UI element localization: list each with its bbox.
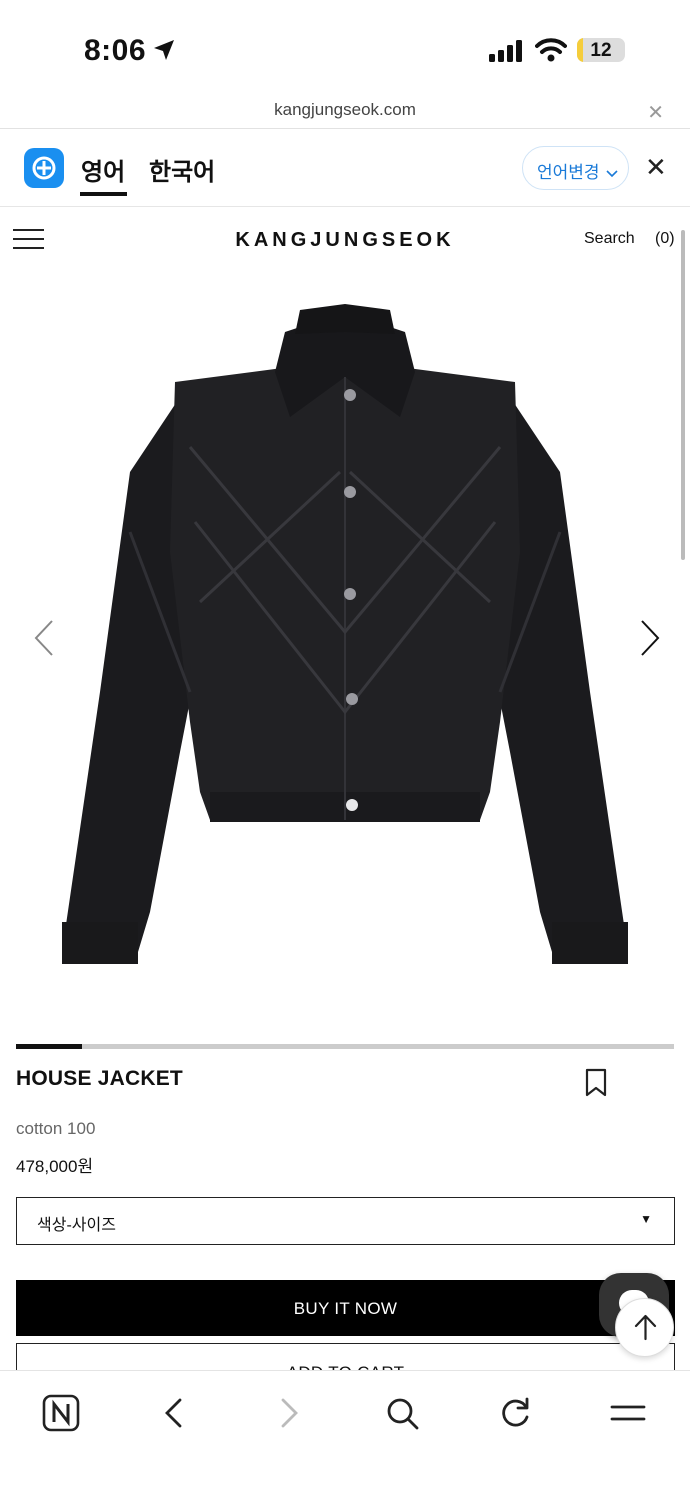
gallery-progress-bar (16, 1044, 674, 1049)
chevron-left-icon[interactable] (30, 618, 60, 658)
translate-bar: 영어 한국어 언어변경 ✕ (0, 130, 690, 207)
arrow-up-icon[interactable] (615, 1298, 674, 1357)
back-icon[interactable] (155, 1393, 195, 1433)
refresh-icon[interactable] (495, 1393, 535, 1433)
site-header: KANGJUNGSEOK Search (0) (0, 207, 690, 272)
status-bar: 8:06 12 (0, 0, 690, 95)
browser-toolbar (0, 1370, 690, 1500)
url-text[interactable]: kangjungseok.com (0, 100, 690, 120)
wifi-icon (535, 38, 567, 62)
change-language-button[interactable]: 언어변경 (522, 146, 629, 190)
buy-now-button[interactable]: BUY IT NOW (16, 1280, 675, 1336)
cellular-signal-icon (489, 40, 522, 62)
change-language-label: 언어변경 (537, 163, 600, 182)
jacket-photo (62, 304, 628, 964)
active-tab-indicator (80, 192, 127, 196)
search-icon[interactable] (382, 1393, 422, 1433)
product-price: 478,000원 (16, 1157, 94, 1176)
chevron-down-icon (606, 169, 618, 177)
naver-home-icon[interactable] (41, 1393, 81, 1433)
bookmark-icon[interactable] (584, 1068, 608, 1098)
battery-indicator: 12 (577, 38, 625, 62)
battery-level: 12 (590, 40, 612, 61)
chevron-right-icon[interactable] (634, 618, 664, 658)
search-link[interactable]: Search (584, 230, 635, 248)
product-title: HOUSE JACKET (16, 1067, 183, 1090)
tab-english[interactable]: 영어 (81, 152, 125, 187)
tab-korean[interactable]: 한국어 (149, 152, 215, 187)
url-bar[interactable]: kangjungseok.com ✕ (0, 95, 690, 129)
caret-down-icon: ▼ (640, 1212, 652, 1226)
product-image[interactable] (0, 272, 690, 1037)
cart-count[interactable]: (0) (655, 230, 675, 248)
option-select-label: 색상-사이즈 (37, 1217, 116, 1234)
close-icon[interactable]: ✕ (645, 152, 667, 183)
location-arrow-icon (154, 40, 174, 60)
papago-logo-icon[interactable] (24, 148, 64, 188)
option-select[interactable]: 색상-사이즈 ▼ (16, 1197, 675, 1245)
product-material: cotton 100 (16, 1119, 96, 1138)
menu-icon[interactable] (608, 1393, 648, 1433)
close-icon[interactable]: ✕ (647, 100, 664, 125)
forward-icon[interactable] (268, 1393, 308, 1433)
status-time: 8:06 (84, 34, 147, 67)
